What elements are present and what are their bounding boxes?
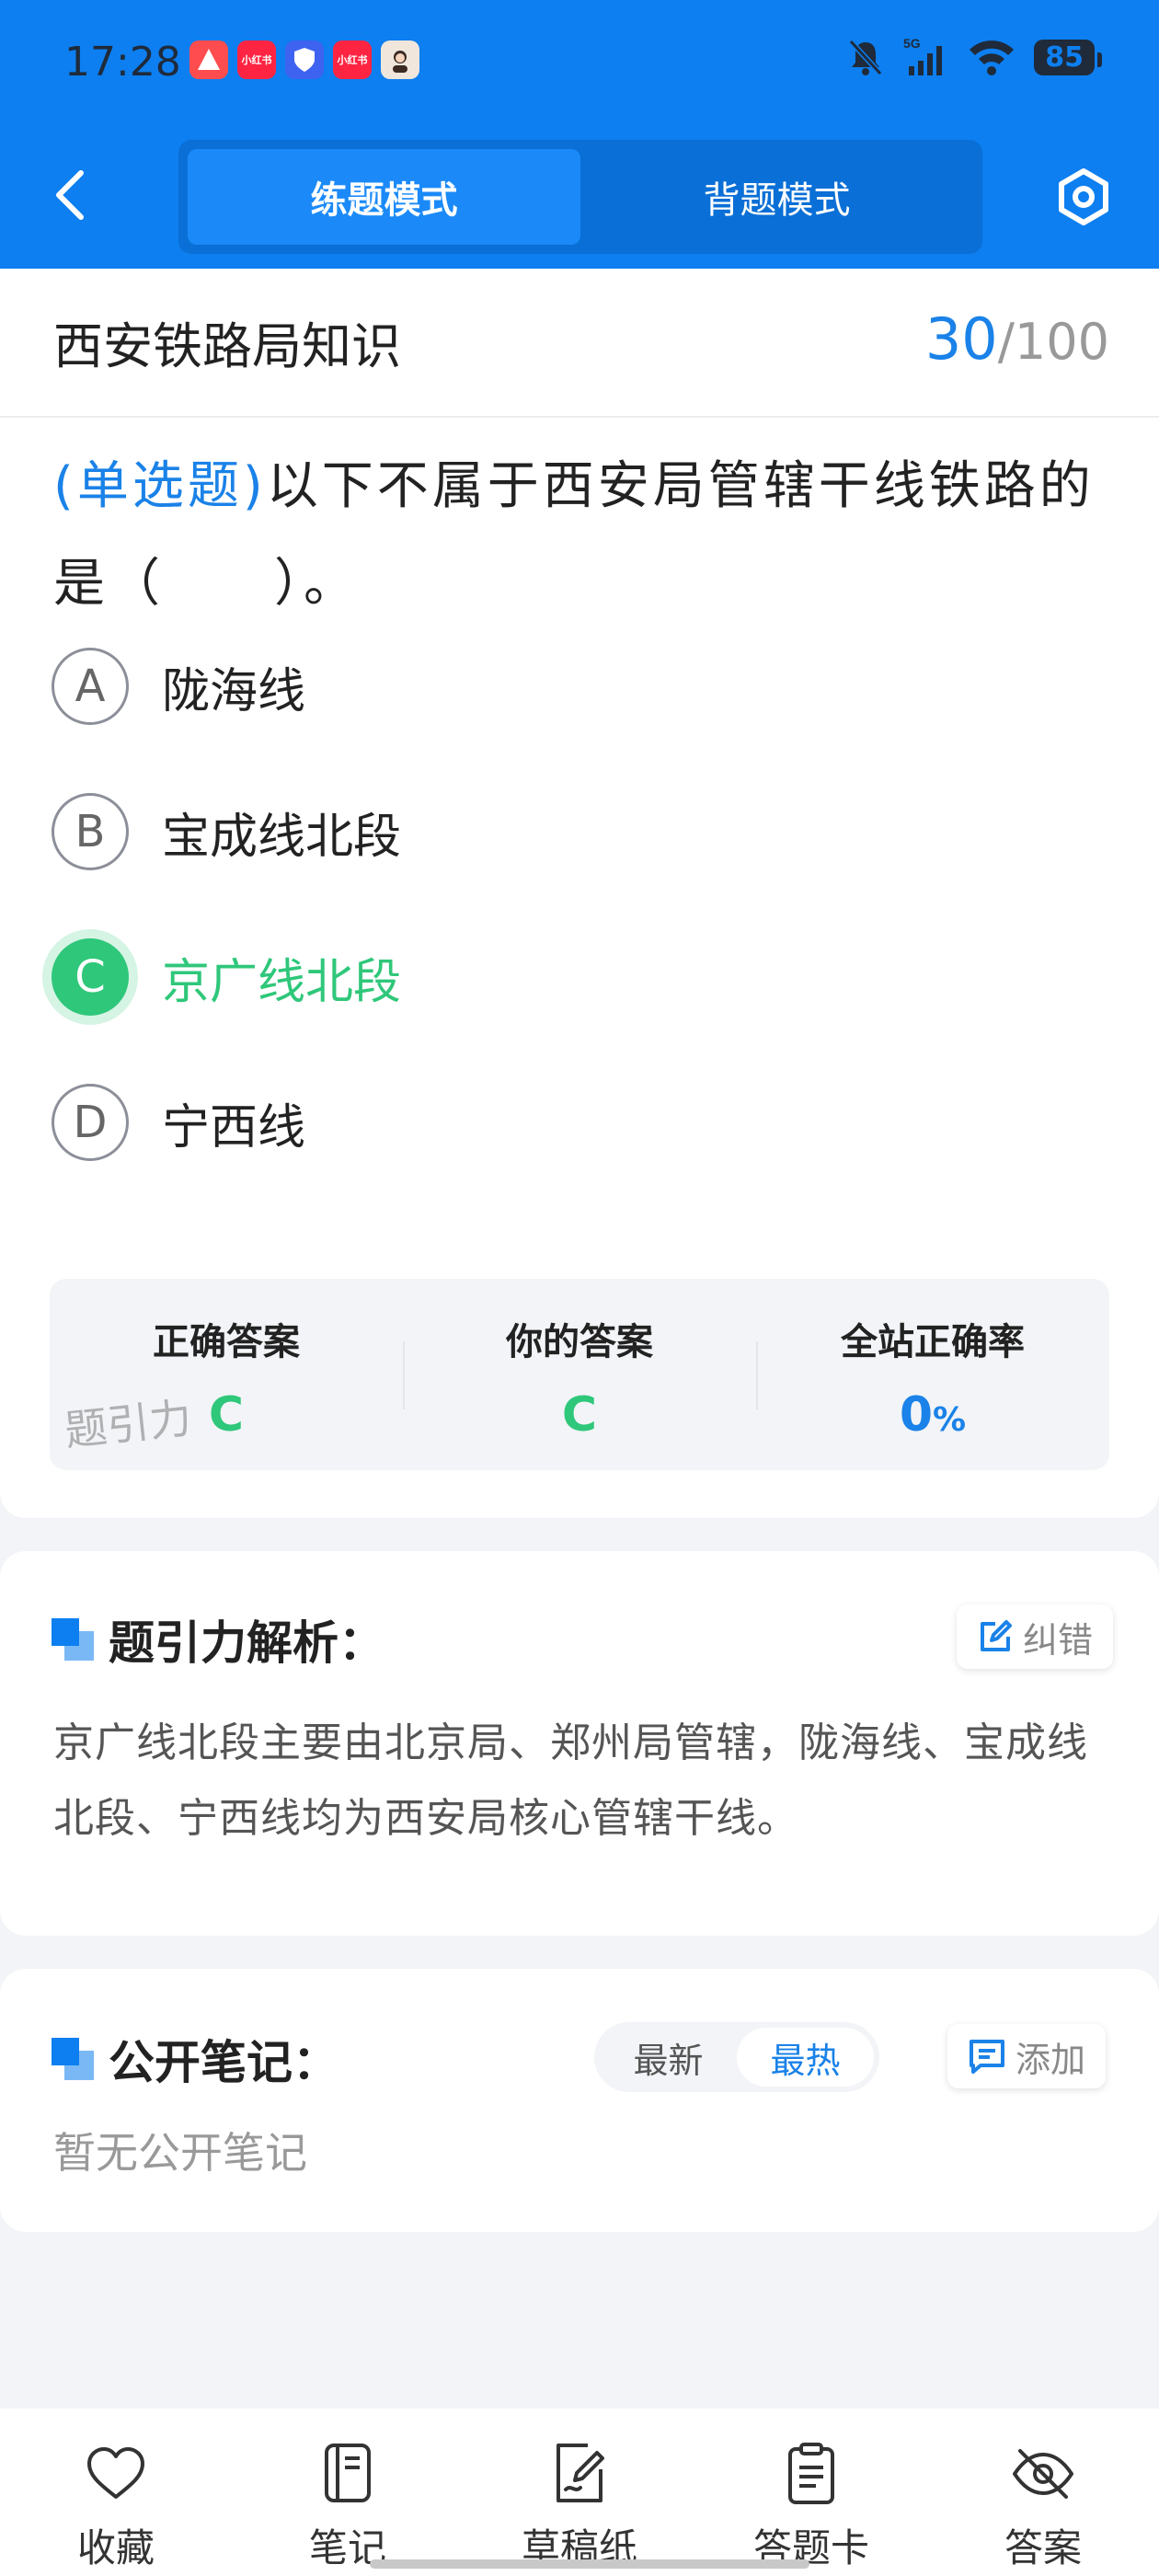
question-type-label: (单选题) [53, 456, 267, 516]
question-bank-title: 西安铁路局知识 [53, 317, 401, 375]
option-letter-circle: C [52, 938, 129, 1016]
notes-button[interactable]: 笔记 [232, 2409, 464, 2576]
option-b[interactable]: B 宝成线北段 [52, 793, 401, 870]
your-answer-column: 你的答案 C [403, 1279, 756, 1470]
accuracy-rate-number: 0 [899, 1387, 934, 1443]
tab-review-mode[interactable]: 背题模式 [580, 149, 973, 245]
comment-icon [970, 2040, 1004, 2074]
notes-title: 公开笔记： [109, 2036, 339, 2089]
xiaohongshu-notification-icon: 小红书 [237, 40, 276, 79]
option-text: 京广线北段 [162, 954, 402, 1010]
option-d[interactable]: D 宁西线 [52, 1084, 305, 1161]
wifi-icon [970, 40, 1015, 75]
option-letter-circle: A [52, 648, 129, 725]
option-text: 宁西线 [162, 1099, 306, 1156]
section-marker-icon [52, 1618, 94, 1661]
accuracy-rate-label: 全站正确率 [841, 1321, 1025, 1363]
answer-card-button[interactable]: 答题卡 [695, 2409, 927, 2576]
your-answer-value: C [561, 1387, 598, 1443]
option-text: 宝成线北段 [162, 809, 402, 865]
eye-off-icon [1013, 2449, 1073, 2499]
svg-text:5G: 5G [903, 37, 921, 51]
mode-switch: 练题模式 背题模式 [178, 140, 982, 254]
notes-sort-toggle: 最新 最热 [594, 2022, 879, 2092]
current-question-number: 30 [924, 305, 998, 373]
status-time: 17:28 [64, 39, 181, 86]
your-answer-label: 你的答案 [506, 1321, 653, 1363]
app-notification-icon [189, 40, 228, 79]
public-notes-card: 公开笔记： 最新 最热 添加 暂无公开笔记 [0, 1969, 1159, 2232]
empty-notes-text: 暂无公开笔记 [53, 2128, 307, 2178]
report-error-button[interactable]: 纠错 [957, 1604, 1114, 1669]
bottom-toolbar: 收藏 笔记 草稿纸 答题卡 答案 [0, 2409, 1159, 2576]
status-indicators: 5G 85 [846, 37, 1102, 77]
xiaohongshu-notification-icon-2: 小红书 [333, 40, 372, 79]
notification-icons: 小红书 小红书 [189, 40, 419, 79]
draft-paper-icon [557, 2444, 604, 2502]
mute-bell-icon [849, 39, 883, 76]
cellular-signal-icon: 5G [903, 37, 943, 75]
add-note-button[interactable]: 添加 [947, 2024, 1107, 2088]
answer-card-icon [788, 2443, 834, 2504]
add-note-label: 添加 [1016, 2039, 1086, 2080]
option-letter-circle: B [52, 793, 129, 870]
correct-answer-label: 正确答案 [153, 1321, 300, 1363]
accuracy-rate-column: 全站正确率 0% [756, 1279, 1109, 1470]
total-questions: /100 [997, 313, 1109, 371]
watermark: 题引力 [62, 1392, 194, 1456]
accuracy-rate-value: 0% [756, 1387, 1109, 1443]
question-stem: (单选题)以下不属于西安局管辖干线铁路的是（ ）。 [53, 438, 1111, 633]
option-a[interactable]: A 陇海线 [52, 648, 305, 725]
heart-icon [87, 2447, 144, 2499]
option-letter-circle: D [52, 1084, 129, 1161]
analysis-title: 题引力解析： [109, 1616, 384, 1670]
section-marker-icon [52, 2038, 94, 2080]
show-answer-label: 答案 [1004, 2525, 1082, 2570]
favorite-label: 收藏 [76, 2525, 155, 2570]
sort-newest[interactable]: 最新 [600, 2028, 737, 2087]
avatar-notification-icon [381, 40, 419, 79]
sort-hottest[interactable]: 最热 [737, 2028, 874, 2087]
option-c[interactable]: C 京广线北段 [52, 938, 401, 1016]
battery-indicator: 85 [1034, 39, 1102, 75]
notebook-icon [325, 2444, 371, 2502]
correct-answer-column: 正确答案 C 题引力 [50, 1279, 403, 1470]
question-card: 西安铁路局知识 30/100 (单选题)以下不属于西安局管辖干线铁路的是（ ）。… [0, 269, 1159, 1518]
home-indicator[interactable] [370, 2559, 809, 2569]
question-progress: 30/100 [925, 305, 1109, 373]
tab-practice-mode[interactable]: 练题模式 [188, 149, 580, 245]
analysis-card: 题引力解析： 纠错 京广线北段主要由北京局、郑州局管辖，陇海线、宝成线北段、宁西… [0, 1551, 1159, 1936]
show-answer-button[interactable]: 答案 [927, 2409, 1159, 2576]
top-bar: 17:28 小红书 小红书 5G 85 练题模式 背题模式 [0, 0, 1159, 269]
report-error-label: 纠错 [1023, 1619, 1094, 1661]
accuracy-rate-unit: % [933, 1401, 967, 1439]
settings-hexagon-icon[interactable] [1054, 167, 1113, 226]
analysis-header: 题引力解析： [52, 1606, 384, 1673]
divider [0, 416, 1159, 418]
notes-header: 公开笔记： [52, 2026, 339, 2092]
analysis-text: 京广线北段主要由北京局、郑州局管辖，陇海线、宝成线北段、宁西线均为西安局核心管辖… [53, 1719, 1088, 1842]
back-arrow-icon[interactable] [52, 167, 88, 223]
option-text: 陇海线 [162, 663, 306, 719]
shield-notification-icon [285, 40, 324, 79]
edit-icon [981, 1620, 1012, 1651]
favorite-button[interactable]: 收藏 [0, 2409, 232, 2576]
answer-summary: 正确答案 C 题引力 你的答案 C 全站正确率 0% [50, 1279, 1109, 1470]
draft-paper-button[interactable]: 草稿纸 [464, 2409, 695, 2576]
